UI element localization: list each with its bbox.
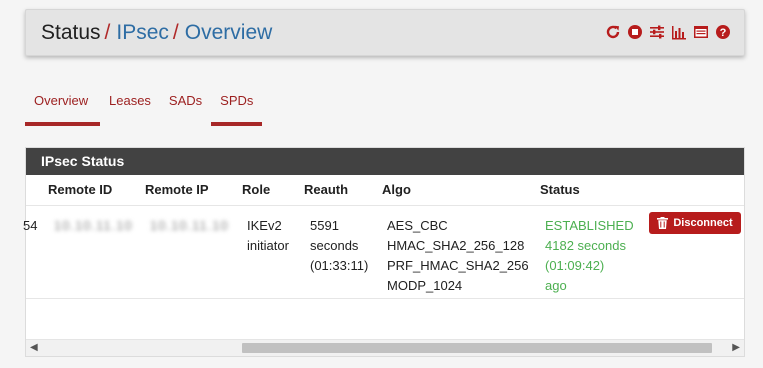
trash-icon — [657, 217, 669, 229]
tab-overview[interactable]: Overview — [25, 90, 100, 126]
algo-prf: PRF_HMAC_SHA2_256 — [387, 258, 529, 273]
breadcrumb-separator: / — [104, 21, 111, 44]
row-id-fragment: 54 — [23, 218, 38, 233]
reauth-time: (01:33:11) — [310, 258, 369, 273]
tab-sads[interactable]: SADs — [160, 90, 211, 126]
status-ago: ago — [545, 278, 567, 293]
remote-id-value: 10.10.11.10 — [54, 218, 133, 233]
breadcrumb-separator: / — [172, 21, 179, 44]
settings-sliders-icon[interactable] — [649, 24, 665, 40]
algo-encryption: AES_CBC — [387, 218, 448, 233]
algo-dh-group: MODP_1024 — [387, 278, 463, 293]
col-remote-id: Remote ID — [48, 182, 113, 197]
svg-text:?: ? — [720, 27, 727, 39]
status-seconds: 4182 seconds — [545, 238, 626, 253]
col-role: Role — [242, 182, 271, 197]
chart-icon[interactable] — [671, 24, 687, 40]
help-icon[interactable]: ? — [715, 24, 731, 40]
role-type: initiator — [247, 238, 289, 253]
col-reauth: Reauth — [304, 182, 349, 197]
status-time: (01:09:42) — [545, 258, 605, 273]
reauth-unit: seconds — [310, 238, 359, 253]
status-state: ESTABLISHED — [545, 218, 634, 233]
disconnect-button[interactable]: Disconnect — [649, 212, 741, 234]
breadcrumb-overview-link[interactable]: Overview — [185, 21, 273, 44]
panel-title: IPsec Status — [26, 148, 744, 175]
role-version: IKEv2 — [247, 218, 282, 233]
stop-icon[interactable] — [627, 24, 643, 40]
col-remote-ip: Remote IP — [145, 182, 209, 197]
algo-cell: AES_CBC HMAC_SHA2_256_128 PRF_HMAC_SHA2_… — [387, 216, 529, 296]
restart-icon[interactable] — [605, 24, 621, 40]
scroll-left-arrow-icon[interactable]: ◀ — [30, 342, 38, 353]
role-cell: IKEv2 initiator — [247, 216, 289, 256]
scrollbar-thumb[interactable] — [242, 343, 712, 353]
tab-bar: Overview Leases SADs SPDs — [25, 90, 263, 126]
scroll-right-arrow-icon[interactable]: ▶ — [732, 342, 740, 353]
header-icon-bar: ? — [605, 24, 731, 40]
breadcrumb-status: Status — [41, 21, 101, 44]
status-cell: ESTABLISHED 4182 seconds (01:09:42) ago — [545, 216, 634, 296]
algo-integrity: HMAC_SHA2_256_128 — [387, 238, 525, 253]
reauth-cell: 5591 seconds (01:33:11) — [310, 216, 368, 276]
tab-leases[interactable]: Leases — [100, 90, 160, 126]
breadcrumb-ipsec-link[interactable]: IPsec — [116, 21, 169, 44]
reauth-seconds: 5591 — [310, 218, 339, 233]
disconnect-label: Disconnect — [673, 217, 733, 229]
col-algo: Algo — [382, 182, 411, 197]
page-header: Status / IPsec / Overview ? — [25, 9, 745, 56]
remote-ip-value: 10.10.11.10 — [150, 218, 229, 233]
table-header: Remote ID Remote IP Role Reauth Algo Sta… — [26, 175, 744, 206]
col-status: Status — [540, 182, 580, 197]
breadcrumb: Status / IPsec / Overview — [41, 20, 272, 46]
ipsec-status-panel: IPsec Status Remote ID Remote IP Role Re… — [23, 147, 745, 357]
tab-spds[interactable]: SPDs — [211, 90, 263, 126]
table-row: 54 10.10.11.10 10.10.11.10 IKEv2 initiat… — [23, 206, 744, 299]
horizontal-scrollbar[interactable]: ◀ ▶ — [26, 339, 744, 356]
log-icon[interactable] — [693, 24, 709, 40]
